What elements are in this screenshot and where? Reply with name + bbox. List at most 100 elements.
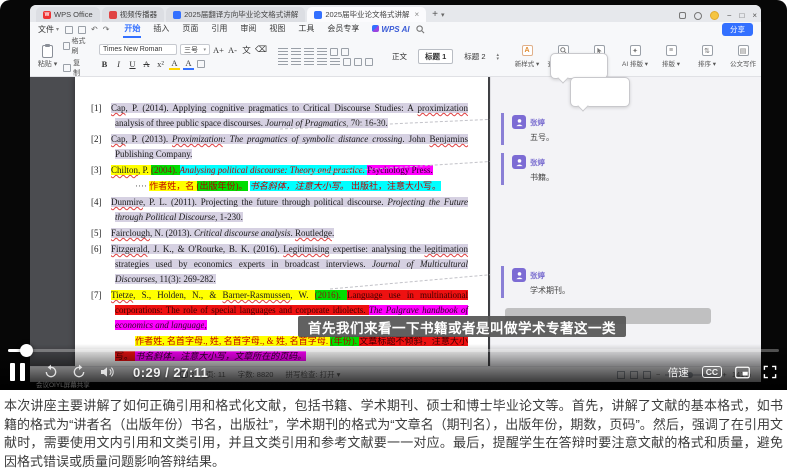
font-color-button[interactable]: A (183, 58, 194, 70)
ai-layout-button[interactable]: ✦AI 排版 ▾ (619, 45, 651, 68)
forward-icon[interactable] (71, 364, 87, 380)
progress-knob[interactable] (20, 344, 33, 357)
tab-list-chevron-icon[interactable]: ▾ (441, 11, 445, 19)
grow-font-button[interactable]: A+ (213, 45, 224, 55)
asian-layout-icon[interactable] (330, 48, 338, 56)
save-icon[interactable] (65, 26, 73, 34)
superscript-button[interactable]: x² (155, 59, 166, 69)
tab-tools[interactable]: 工具 (297, 22, 315, 38)
comment-author: 张婷 (530, 270, 545, 281)
wps-ai-button[interactable]: WPS AI (372, 25, 409, 34)
search-icon[interactable] (416, 25, 425, 34)
new-style-icon: A (522, 45, 533, 56)
text-run: Journal of Pragmatics (265, 118, 346, 128)
sort-button[interactable]: ⇅排序 ▾ (691, 45, 723, 68)
show-marks-icon[interactable] (341, 48, 349, 56)
style-body-text[interactable]: 正文 (385, 49, 414, 64)
extensions-icon[interactable] (694, 12, 702, 20)
style-heading-1[interactable]: 标题 1 (418, 49, 453, 64)
comment-card[interactable]: 张婷 学术期刊。 (501, 266, 570, 298)
volume-icon[interactable] (99, 364, 115, 380)
sort-icon: ⇅ (702, 45, 713, 56)
new-style-button[interactable]: A新样式 ▾ (511, 45, 543, 68)
align-center-icon[interactable] (291, 58, 301, 66)
tab-view[interactable]: 视图 (268, 22, 286, 38)
tab-reference[interactable]: 引用 (210, 22, 228, 38)
rewind-icon[interactable] (43, 364, 59, 380)
justify-icon[interactable] (317, 58, 327, 66)
text-run: : The pragmatics of symbolic distance cr… (223, 134, 403, 144)
tab-review[interactable]: 审阅 (239, 22, 257, 38)
tab-home[interactable]: 开始 (123, 22, 141, 38)
undo-icon[interactable]: ↶ (91, 25, 98, 34)
playback-speed-button[interactable]: 倍速 (668, 365, 689, 380)
italic-button[interactable]: I (113, 59, 124, 69)
progress-bar[interactable] (8, 349, 779, 352)
comment-card[interactable]: 张婷 书籍。 (501, 153, 554, 185)
typeset-button[interactable]: ≡排版 ▾ (655, 45, 687, 68)
font-group: Times New Roman 三号▾ A+ A- 文 ⌫ B I U A x²… (99, 40, 266, 73)
font-size-select[interactable]: 三号▾ (180, 44, 210, 55)
char-shading-icon[interactable] (197, 60, 205, 68)
highlight-color-button[interactable]: A (169, 58, 180, 70)
tab-thesis-doc-1[interactable]: 2025届翻译方向毕业论文格式讲解 (166, 7, 305, 22)
underline-button[interactable]: U (127, 59, 138, 69)
shrink-font-button[interactable]: A- (227, 45, 238, 55)
bullet-list-icon[interactable] (278, 48, 288, 56)
tab-thesis-doc-2[interactable]: 2025届毕业论文格式讲解 × (307, 7, 426, 22)
text-run: Legitimising (283, 244, 329, 254)
format-painter-icon (63, 42, 69, 50)
text-run: Publishing Company. (115, 149, 192, 159)
tab-page[interactable]: 页面 (181, 22, 199, 38)
tab-insert[interactable]: 插入 (152, 22, 170, 38)
tab-stack-icon[interactable] (679, 12, 686, 19)
document-icon (173, 11, 181, 19)
pause-button[interactable] (10, 363, 25, 381)
pip-icon[interactable] (735, 366, 750, 379)
styles-scroll[interactable]: ▴▾ (497, 53, 500, 61)
align-right-icon[interactable] (304, 58, 314, 66)
comment-callout-bubble[interactable] (550, 53, 608, 79)
text-run: (2016). (315, 290, 347, 300)
format-painter-button[interactable]: 格式刷 (63, 36, 87, 56)
reference-annotation: ···· 作者姓，名 (出版年份)。 书名斜体，注意大小写。 出版社，注意大小写… (91, 179, 468, 194)
close-button[interactable]: × (752, 11, 757, 20)
text-effects-button[interactable]: 文 (241, 44, 252, 56)
strikethrough-button[interactable]: A (141, 59, 152, 69)
distribute-icon[interactable] (330, 58, 340, 66)
font-name-select[interactable]: Times New Roman (99, 44, 177, 55)
wps-ai-icon (372, 25, 379, 32)
line-spacing-icon[interactable] (343, 58, 351, 66)
numbered-list-icon[interactable] (291, 48, 301, 56)
redo-icon[interactable]: ↷ (103, 25, 110, 34)
fullscreen-icon[interactable] (763, 365, 777, 379)
bold-button[interactable]: B (99, 59, 110, 69)
minimize-button[interactable]: − (727, 11, 732, 20)
ai-layout-icon: ✦ (630, 45, 641, 56)
paste-button[interactable]: 粘贴 ▾ (36, 45, 59, 69)
file-menu[interactable]: 文件▾ (38, 24, 59, 35)
borders-icon[interactable] (365, 58, 373, 66)
style-heading-2[interactable]: 标题 2 (457, 49, 492, 64)
official-doc-button[interactable]: ▤公文写作 (727, 45, 759, 68)
captions-button[interactable]: CC (702, 366, 722, 378)
increase-indent-icon[interactable] (317, 48, 327, 56)
align-left-icon[interactable] (278, 58, 288, 66)
player-controls-overlay: 0:29 / 27:11 倍速 CC 会议OIYL屏幕共享 (0, 344, 787, 390)
new-tab-button[interactable]: + (432, 9, 438, 20)
account-avatar[interactable] (710, 11, 719, 20)
shading-icon[interactable] (354, 58, 362, 66)
share-button[interactable]: 分享 (722, 23, 753, 36)
print-icon[interactable] (78, 26, 86, 34)
copy-button[interactable]: 复制 (63, 58, 87, 78)
decrease-indent-icon[interactable] (304, 48, 314, 56)
text-run: , W. (290, 290, 314, 300)
comment-card[interactable]: 张婷 五号。 (501, 113, 554, 145)
comment-callout-bubble[interactable] (570, 77, 630, 107)
tab-video-tool[interactable]: 视频传播器 (102, 7, 165, 22)
restore-button[interactable]: □ (739, 11, 744, 20)
tab-member[interactable]: 会员专享 (326, 22, 360, 38)
close-tab-icon[interactable]: × (415, 10, 420, 19)
tab-wps-office[interactable]: W WPS Office (36, 7, 100, 22)
clear-format-button[interactable]: ⌫ (255, 44, 266, 55)
